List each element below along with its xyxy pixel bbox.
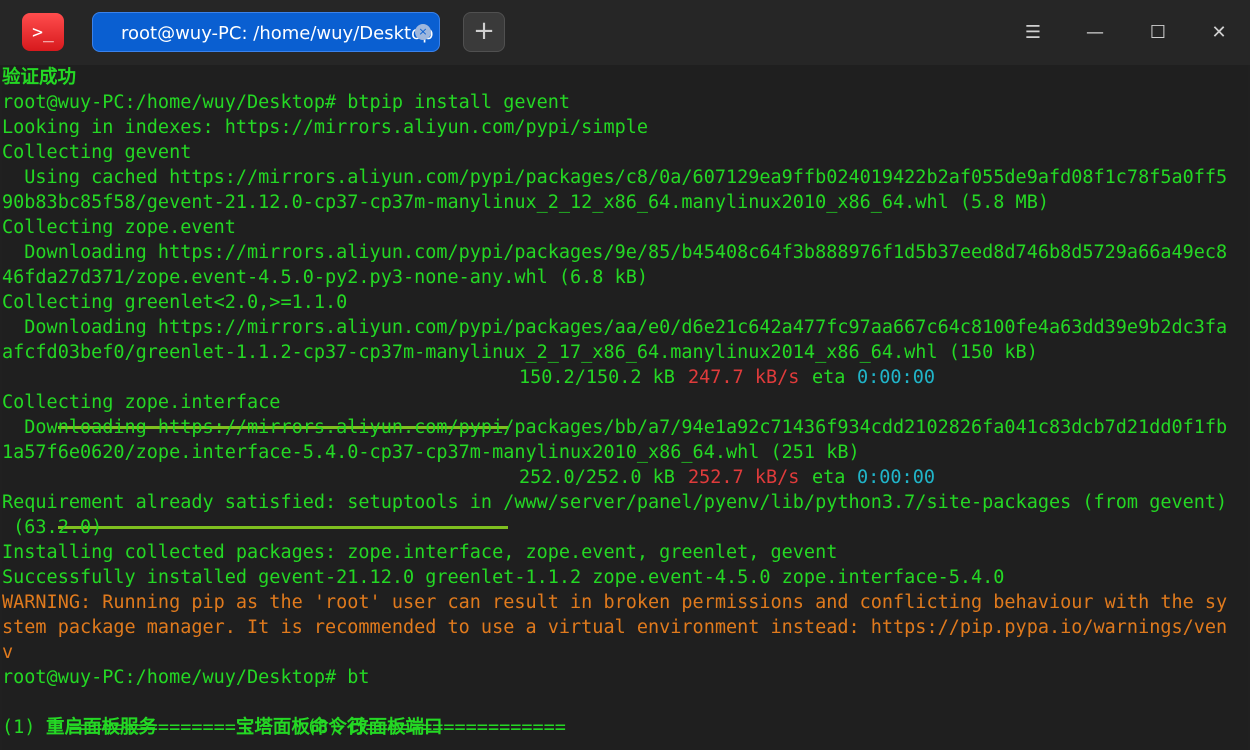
progress-speed: 247.7 kB/s (688, 367, 800, 388)
maximize-icon[interactable]: ☐ (1143, 18, 1173, 48)
terminal-line: root@wuy-PC:/home/wuy/Desktop# bt (2, 667, 370, 688)
terminal-line: Successfully installed gevent-21.12.0 gr… (2, 567, 1005, 588)
terminal-line: Using cached https://mirrors.aliyun.com/… (2, 167, 1228, 188)
download-progress-line: 150.2/150.2 kB 247.7 kB/s eta 0:00:00 (2, 365, 935, 429)
terminal-line: 46fda27d371/zope.event-4.5.0-py2.py3-non… (2, 267, 649, 288)
title-bar: >_ root@wuy-PC: /home/wuy/Desktop × + ☰ … (0, 0, 1250, 65)
terminal-line: (63.2.0) (2, 517, 103, 538)
warning-line: stem package manager. It is recommended … (2, 617, 1228, 638)
warning-line: v (2, 642, 14, 663)
menu-icon[interactable]: ☰ (1018, 18, 1048, 48)
terminal-line: 1a57f6e0620/zope.interface-5.4.0-cp37-cp… (2, 442, 860, 463)
tab-title: root@wuy-PC: /home/wuy/Desktop (121, 23, 434, 44)
terminal-line: 验证成功 (2, 67, 77, 88)
bt-menu-header: ===============宝塔面板命令行================== (2, 690, 566, 738)
bt-menu-title: 宝塔面板命令行 (235, 717, 366, 738)
progress-eta: 0:00:00 (857, 467, 935, 488)
terminal-line: Requirement already satisfied: setuptool… (2, 492, 1228, 513)
terminal-line: Installing collected packages: zope.inte… (2, 542, 838, 563)
tab-close-icon[interactable]: × (415, 24, 431, 40)
progress-eta-label: eta (812, 467, 846, 488)
bt-menu-option-label: 改面板端口 (350, 717, 443, 738)
progress-eta: 0:00:00 (857, 367, 935, 388)
terminal-line: Collecting greenlet<2.0,>=1.1.0 (2, 292, 348, 313)
terminal-window: >_ root@wuy-PC: /home/wuy/Desktop × + ☰ … (0, 0, 1250, 750)
terminal-line: Downloading https://mirrors.aliyun.com/p… (2, 417, 1228, 438)
terminal-line: Downloading https://mirrors.aliyun.com/p… (2, 242, 1228, 263)
terminal-line: Collecting gevent (2, 142, 192, 163)
terminal-line: afcfd03bef0/greenlet-1.1.2-cp37-cp37m-ma… (2, 342, 1038, 363)
new-tab-button[interactable]: + (463, 12, 505, 52)
progress-size: 150.2/150.2 kB (519, 367, 675, 388)
progress-eta-label: eta (812, 367, 846, 388)
tab-terminal-session[interactable]: root@wuy-PC: /home/wuy/Desktop × (92, 12, 440, 52)
terminal-line: 90b83bc85f58/gevent-21.12.0-cp37-cp37m-m… (2, 192, 1049, 213)
progress-size: 252.0/252.0 kB (519, 467, 675, 488)
bt-menu-option-number: (1) (2, 717, 36, 738)
terminal-output[interactable]: 验证成功 root@wuy-PC:/home/wuy/Desktop# btpi… (2, 65, 1248, 750)
progress-speed: 252.7 kB/s (688, 467, 800, 488)
bt-menu-row: (1) 重启面板服务 (8) 改面板端口 (2, 715, 443, 740)
warning-line: WARNING: Running pip as the 'root' user … (2, 592, 1228, 613)
terminal-line: Downloading https://mirrors.aliyun.com/p… (2, 317, 1228, 338)
close-icon[interactable]: ✕ (1204, 18, 1234, 48)
download-progress-line: 252.0/252.0 kB 252.7 kB/s eta 0:00:00 (2, 465, 935, 529)
minimize-icon[interactable]: — (1080, 18, 1110, 48)
terminal-line: root@wuy-PC:/home/wuy/Desktop# btpip ins… (2, 92, 571, 113)
terminal-line: Collecting zope.interface (2, 392, 281, 413)
terminal-app-icon[interactable]: >_ (22, 13, 64, 51)
terminal-line: Collecting zope.event (2, 217, 236, 238)
bt-menu-option-label: 重启面板服务 (46, 717, 158, 738)
terminal-line: Looking in indexes: https://mirrors.aliy… (2, 117, 649, 138)
progress-bar-graphic (58, 526, 508, 529)
bt-menu-option-number: (8) (306, 717, 340, 738)
progress-bar-fill (58, 526, 508, 529)
